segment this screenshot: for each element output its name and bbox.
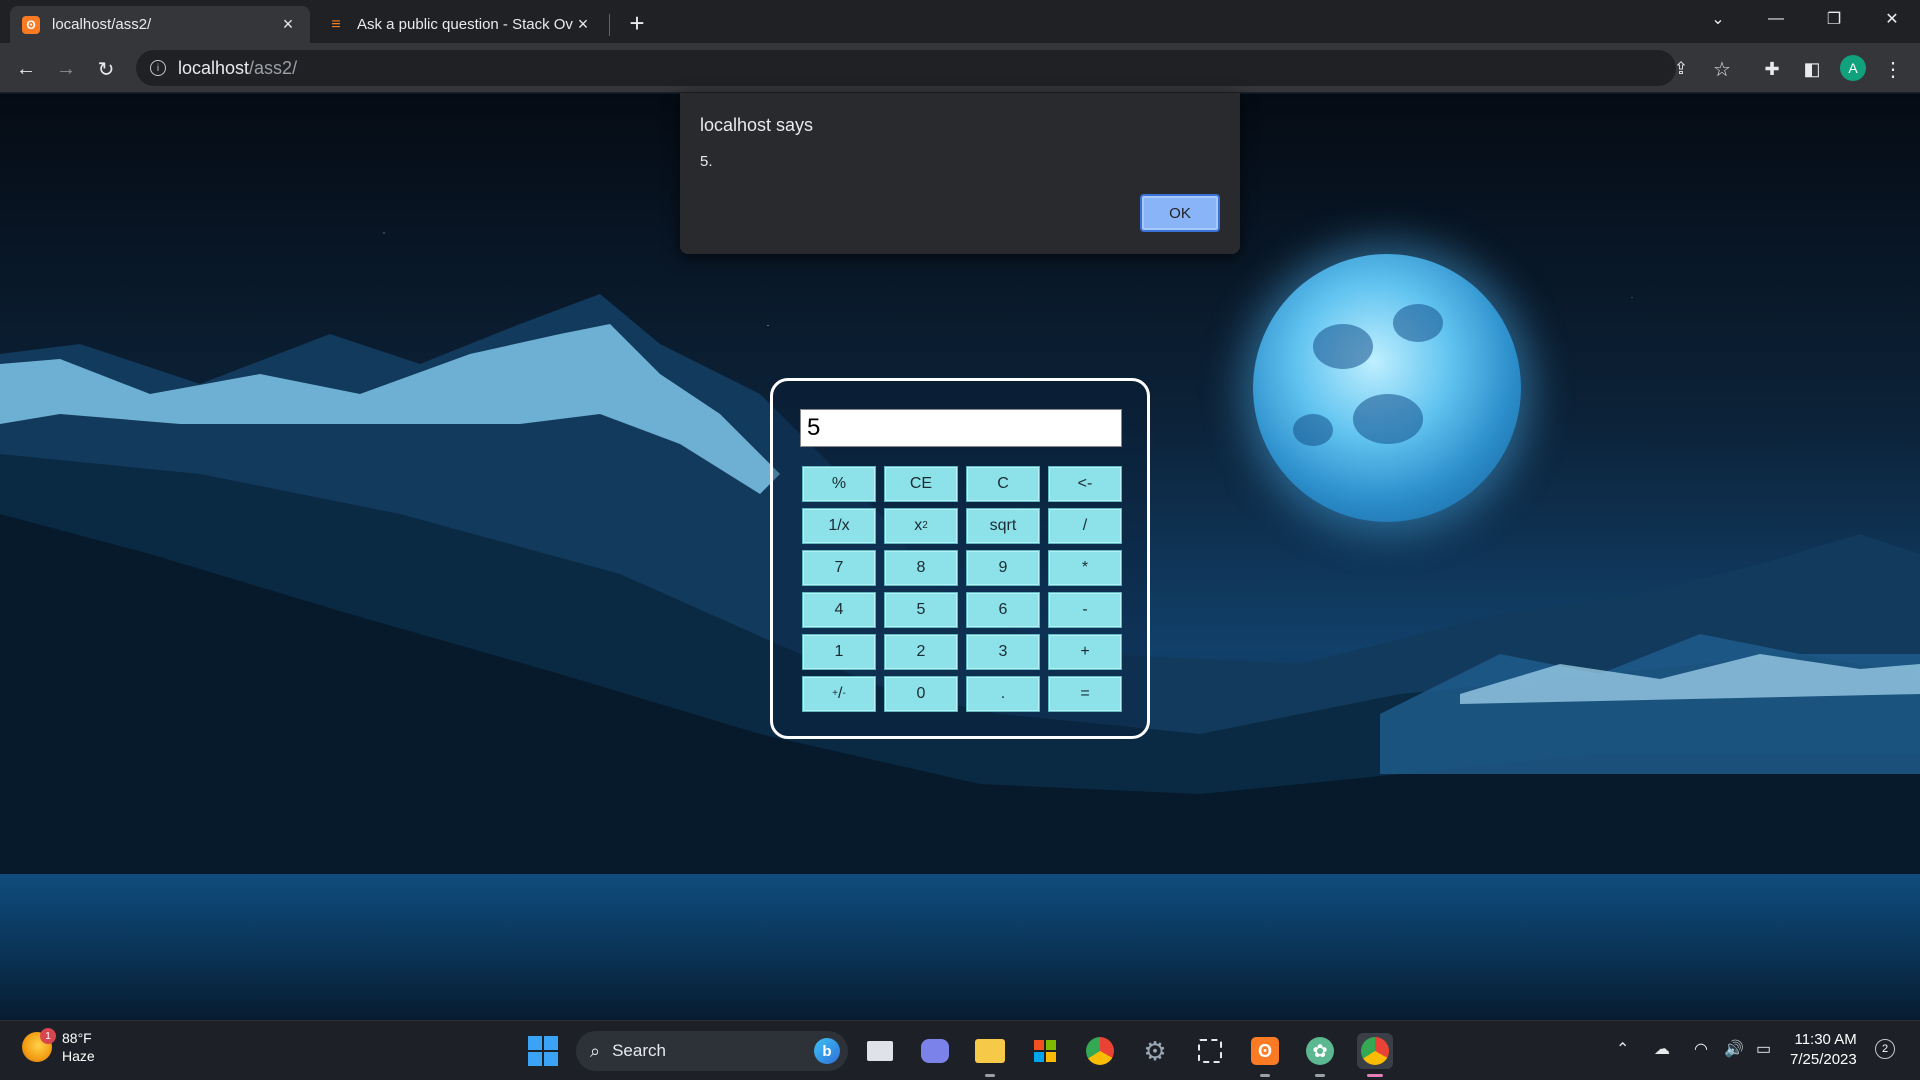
file-explorer-icon[interactable] xyxy=(972,1033,1008,1077)
profile-avatar[interactable]: A xyxy=(1840,55,1866,81)
key-decimal[interactable]: . xyxy=(966,676,1040,712)
close-window-icon[interactable]: ✕ xyxy=(1864,0,1920,38)
windows-start-icon[interactable] xyxy=(528,1036,558,1066)
wifi-icon[interactable]: ◠ xyxy=(1694,1039,1708,1059)
dialog-title: localhost says xyxy=(700,115,814,135)
notification-badge[interactable]: 2 xyxy=(1875,1039,1895,1059)
new-tab-button[interactable]: + xyxy=(622,8,652,38)
weather-badge: 1 xyxy=(40,1028,56,1044)
share-icon[interactable]: ⇪ xyxy=(1665,53,1697,85)
tab-stackoverflow[interactable]: ≡ Ask a public question - Stack Ove × xyxy=(315,6,605,43)
bing-icon[interactable]: b xyxy=(814,1038,840,1064)
key-digit-8[interactable]: 8 xyxy=(884,550,958,586)
volume-icon[interactable]: 🔊 xyxy=(1724,1039,1744,1059)
key-backspace[interactable]: <- xyxy=(1048,466,1122,502)
xampp-icon: ʘ xyxy=(22,15,40,34)
minimize-icon[interactable]: — xyxy=(1748,0,1804,38)
weather-sun-icon: 1 xyxy=(22,1028,56,1062)
close-icon[interactable]: × xyxy=(573,14,593,35)
chrome-icon[interactable] xyxy=(1082,1033,1118,1069)
xampp-icon[interactable]: ʘ xyxy=(1247,1033,1283,1077)
key-equals[interactable]: = xyxy=(1048,676,1122,712)
alert-dialog: localhost says 5. OK xyxy=(680,93,1240,254)
forward-icon[interactable]: → xyxy=(50,53,82,85)
browser-toolbar: ← → ↻ i localhost/ass2/ ⇪ ☆ ✚ ◧ ⋮ xyxy=(0,43,1920,93)
reload-icon[interactable]: ↻ xyxy=(90,53,122,85)
clock-date: 7/25/2023 xyxy=(1790,1051,1857,1068)
ok-button[interactable]: OK xyxy=(1140,194,1220,232)
windows-taskbar: 1 88°F Haze ⌕ Search b ⚙ ʘ ✿ ⌃ ☁ ◠ 🔊 ▭ 1… xyxy=(0,1020,1920,1080)
weather-temperature: 88°F xyxy=(62,1030,92,1046)
url-path: /ass2/ xyxy=(249,57,298,78)
side-panel-icon[interactable]: ◧ xyxy=(1796,53,1828,85)
close-icon[interactable]: × xyxy=(278,14,298,35)
key-digit-2[interactable]: 2 xyxy=(884,634,958,670)
back-icon[interactable]: ← xyxy=(10,53,42,85)
extensions-icon[interactable]: ✚ xyxy=(1756,53,1788,85)
task-view-icon[interactable] xyxy=(862,1033,898,1069)
key-reciprocal[interactable]: 1/x xyxy=(802,508,876,544)
key-multiply[interactable]: * xyxy=(1048,550,1122,586)
key-digit-0[interactable]: 0 xyxy=(884,676,958,712)
tab-search-icon[interactable]: ⌄ xyxy=(1690,0,1746,38)
dialog-message: 5. xyxy=(700,153,713,170)
restore-icon[interactable]: ❐ xyxy=(1806,0,1862,38)
key-digit-7[interactable]: 7 xyxy=(802,550,876,586)
key-digit-6[interactable]: 6 xyxy=(966,592,1040,628)
tab-title: Ask a public question - Stack Ove xyxy=(357,16,573,33)
site-info-icon[interactable]: i xyxy=(150,60,166,76)
menu-kebab-icon[interactable]: ⋮ xyxy=(1877,53,1909,85)
key-digit-9[interactable]: 9 xyxy=(966,550,1040,586)
lake-reflection xyxy=(0,874,1920,1020)
key-square[interactable]: x2 xyxy=(884,508,958,544)
settings-icon[interactable]: ⚙ xyxy=(1137,1033,1173,1069)
key-add[interactable]: + xyxy=(1048,634,1122,670)
search-icon: ⌕ xyxy=(590,1040,601,1061)
tab-title: localhost/ass2/ xyxy=(52,16,152,33)
key-square-base: x xyxy=(914,517,923,534)
teams-icon[interactable] xyxy=(917,1033,953,1069)
key-digit-5[interactable]: 5 xyxy=(884,592,958,628)
key-digit-4[interactable]: 4 xyxy=(802,592,876,628)
search-placeholder: Search xyxy=(612,1041,666,1060)
bookmark-star-icon[interactable]: ☆ xyxy=(1706,53,1738,85)
calculator-keypad: % CE C <- 1/x x2 sqrt / 7 8 9 * 4 5 6 - … xyxy=(802,466,1122,712)
key-clear-entry[interactable]: CE xyxy=(884,466,958,502)
key-digit-1[interactable]: 1 xyxy=(802,634,876,670)
chrome-profile-icon[interactable] xyxy=(1357,1033,1393,1077)
key-digit-3[interactable]: 3 xyxy=(966,634,1040,670)
key-plus-minus[interactable]: + / - xyxy=(802,676,876,712)
tab-strip: ʘ localhost/ass2/ × ≡ Ask a public quest… xyxy=(0,0,1920,43)
store-icon[interactable] xyxy=(1027,1033,1063,1069)
key-subtract[interactable]: - xyxy=(1048,592,1122,628)
weather-widget[interactable]: 1 88°F Haze xyxy=(22,1028,95,1065)
tab-divider xyxy=(609,14,610,36)
weather-description: Haze xyxy=(62,1048,95,1064)
key-clear[interactable]: C xyxy=(966,466,1040,502)
address-bar[interactable]: i localhost/ass2/ xyxy=(136,50,1676,86)
onedrive-icon[interactable]: ☁ xyxy=(1654,1039,1670,1059)
key-sqrt[interactable]: sqrt xyxy=(966,508,1040,544)
key-divide[interactable]: / xyxy=(1048,508,1122,544)
calculator: 5 % CE C <- 1/x x2 sqrt / 7 8 9 * 4 5 6 … xyxy=(770,378,1150,739)
tab-localhost[interactable]: ʘ localhost/ass2/ × xyxy=(10,6,310,43)
url-host: localhost xyxy=(178,57,250,78)
system-clock[interactable]: 11:30 AM 7/25/2023 xyxy=(1790,1030,1857,1070)
chatgpt-icon[interactable]: ✿ xyxy=(1302,1033,1338,1077)
stackoverflow-icon: ≡ xyxy=(331,15,341,33)
show-hidden-icons[interactable]: ⌃ xyxy=(1616,1039,1629,1059)
taskbar-search[interactable]: ⌕ Search b xyxy=(576,1031,848,1071)
clock-time: 11:30 AM xyxy=(1794,1031,1857,1048)
battery-icon[interactable]: ▭ xyxy=(1756,1039,1771,1059)
calculator-display[interactable]: 5 xyxy=(800,409,1122,447)
snipping-tool-icon[interactable] xyxy=(1192,1033,1228,1069)
key-percent[interactable]: % xyxy=(802,466,876,502)
